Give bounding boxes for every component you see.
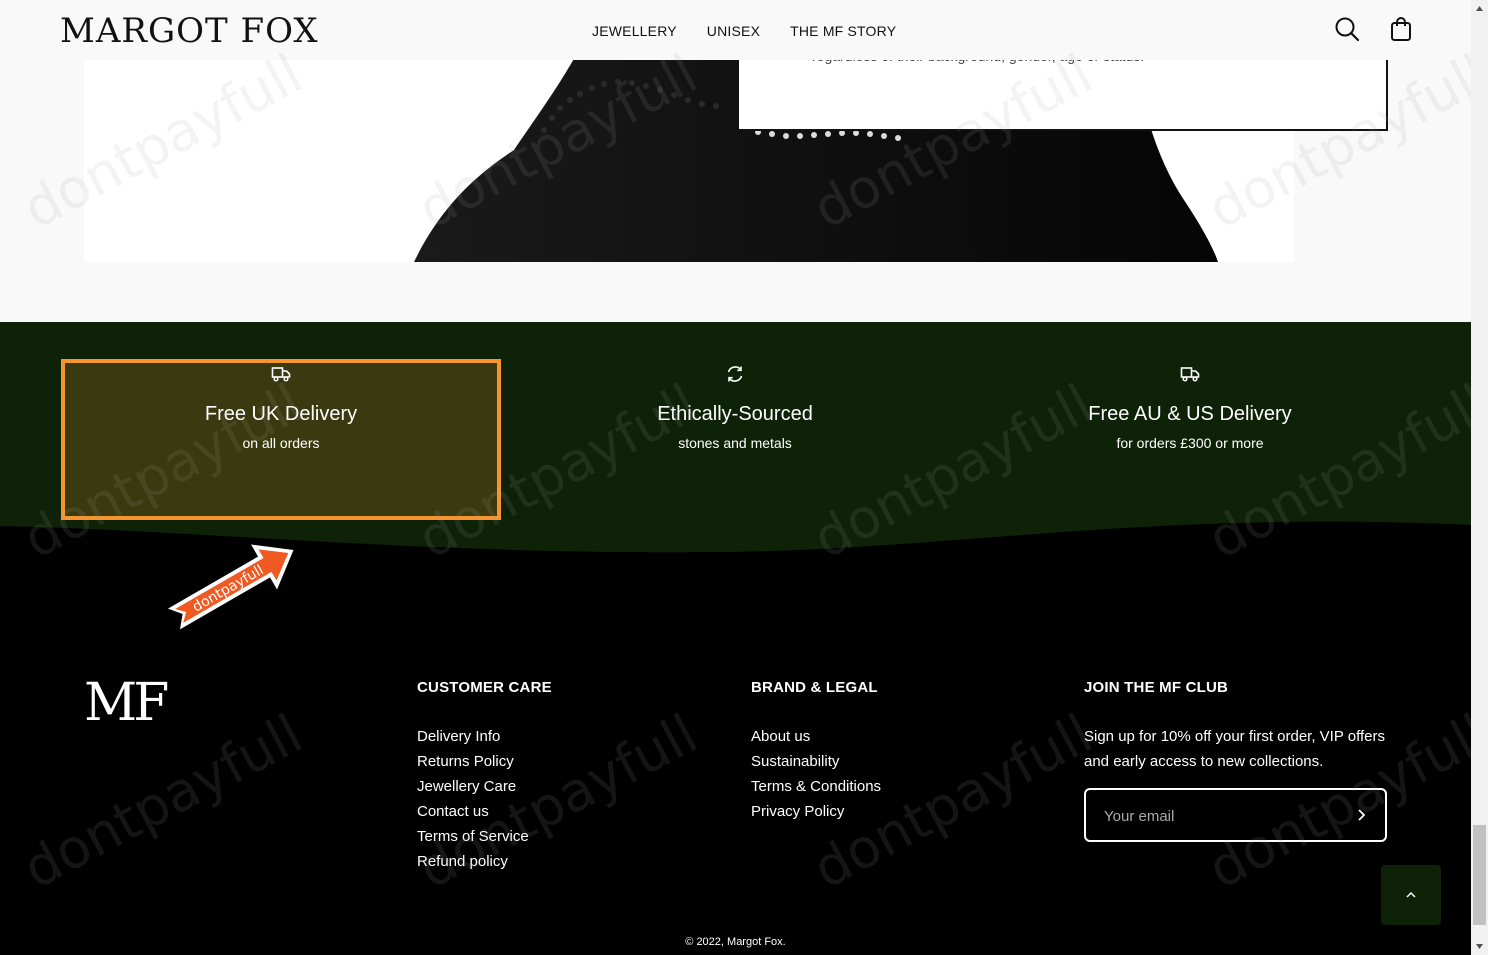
sticker-text: dontpayfull bbox=[190, 562, 267, 615]
link-refund-policy[interactable]: Refund policy bbox=[417, 849, 552, 874]
brand-logo[interactable]: MARGOT FOX bbox=[60, 12, 319, 50]
shopping-bag-icon[interactable] bbox=[1388, 16, 1414, 42]
back-to-top-button[interactable] bbox=[1381, 865, 1441, 925]
newsletter-form bbox=[1084, 788, 1387, 842]
mf-club-heading: JOIN THE MF CLUB bbox=[1084, 679, 1229, 696]
brand-legal-column: BRAND & LEGAL About us Sustainability Te… bbox=[751, 678, 881, 824]
link-returns-policy[interactable]: Returns Policy bbox=[417, 749, 552, 774]
search-icon[interactable] bbox=[1334, 16, 1360, 42]
customer-care-column: CUSTOMER CARE Delivery Info Returns Poli… bbox=[417, 678, 552, 874]
delivery-truck-icon bbox=[271, 367, 291, 382]
scroll-up-arrow-icon[interactable] bbox=[1475, 4, 1484, 13]
usp-uk-delivery: Free UK Delivery on all orders bbox=[61, 364, 501, 452]
usp-title: Ethically-Sourced bbox=[657, 403, 813, 425]
page-scrollbar[interactable] bbox=[1471, 0, 1488, 955]
nav-mf-story[interactable]: THE MF STORY bbox=[790, 22, 896, 40]
page: regardless of their background, gender, … bbox=[0, 0, 1471, 955]
nav-jewellery[interactable]: JEWELLERY bbox=[592, 22, 677, 40]
email-input[interactable] bbox=[1104, 804, 1334, 828]
brand-legal-heading: BRAND & LEGAL bbox=[751, 679, 878, 696]
link-delivery-info[interactable]: Delivery Info bbox=[417, 724, 552, 749]
refresh-icon bbox=[727, 366, 743, 382]
customer-care-heading: CUSTOMER CARE bbox=[417, 679, 552, 696]
delivery-truck-icon bbox=[1180, 367, 1200, 382]
footer-logo[interactable]: MF bbox=[84, 675, 169, 731]
promo-sticker: dontpayfull bbox=[167, 544, 294, 630]
link-contact-us[interactable]: Contact us bbox=[417, 799, 552, 824]
mf-club-text: Sign up for 10% off your first order, VI… bbox=[1084, 728, 1385, 770]
mf-club-column: JOIN THE MF CLUB Sign up for 10% off you… bbox=[1084, 678, 1394, 774]
scrollbar-thumb[interactable] bbox=[1473, 825, 1486, 925]
link-terms-of-service[interactable]: Terms of Service bbox=[417, 824, 552, 849]
link-about-us[interactable]: About us bbox=[751, 724, 881, 749]
link-jewellery-care[interactable]: Jewellery Care bbox=[417, 774, 552, 799]
usp-title: Free AU & US Delivery bbox=[1088, 403, 1292, 425]
chevron-right-icon[interactable] bbox=[1351, 805, 1371, 825]
usp-ethically-sourced: Ethically-Sourced stones and metals bbox=[515, 364, 955, 452]
usp-subtitle: for orders £300 or more bbox=[1116, 435, 1264, 451]
usp-subtitle: on all orders bbox=[242, 435, 320, 451]
usp-title: Free UK Delivery bbox=[204, 403, 358, 425]
nav-unisex[interactable]: UNISEX bbox=[707, 22, 760, 40]
main-nav: JEWELLERY UNISEX THE MF STORY bbox=[592, 22, 896, 40]
site-header: MARGOT FOX JEWELLERY UNISEX THE MF STORY bbox=[0, 0, 1471, 60]
usp-subtitle: stones and metals bbox=[678, 435, 792, 451]
link-privacy-policy[interactable]: Privacy Policy bbox=[751, 799, 881, 824]
copyright: © 2022, Margot Fox. bbox=[685, 936, 786, 948]
link-terms-conditions[interactable]: Terms & Conditions bbox=[751, 774, 881, 799]
scroll-down-arrow-icon[interactable] bbox=[1475, 942, 1484, 951]
usp-au-us-delivery: Free AU & US Delivery for orders £300 or… bbox=[970, 364, 1410, 452]
link-sustainability[interactable]: Sustainability bbox=[751, 749, 881, 774]
chevron-up-icon bbox=[1406, 891, 1416, 898]
